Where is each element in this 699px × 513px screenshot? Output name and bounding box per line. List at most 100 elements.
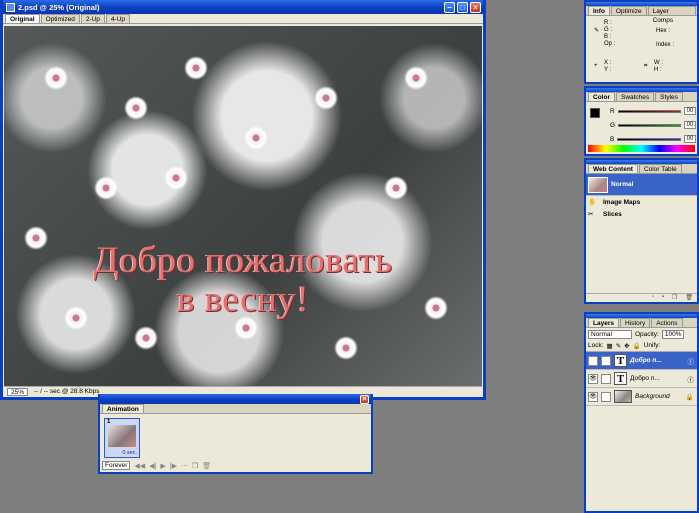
eye-icon[interactable]: 👁: [588, 373, 598, 384]
minimize-button[interactable]: –: [444, 1, 455, 13]
trash-icon[interactable]: 🗑: [202, 462, 211, 470]
blossom: [164, 166, 188, 190]
greeting-line-2: в весну!: [176, 279, 310, 320]
document-titlebar[interactable]: 2.psd @ 25% (Original) – □ ×: [3, 0, 483, 14]
next-frame-icon[interactable]: |▶: [170, 462, 177, 470]
blossom: [384, 176, 408, 200]
close-icon[interactable]: ×: [360, 394, 369, 404]
tab-color-table[interactable]: Color Table: [638, 164, 682, 173]
layer-row[interactable]: 👁 T Добро п... ⓕ: [586, 370, 697, 388]
blossom: [134, 326, 158, 350]
tab-info[interactable]: Info: [588, 6, 610, 15]
play-icon[interactable]: ▶: [160, 462, 165, 470]
blossom: [314, 86, 338, 110]
tab-layer-comps[interactable]: Layer Comps: [647, 6, 696, 24]
new-set-icon[interactable]: ▫: [652, 294, 654, 302]
tab-color[interactable]: Color: [588, 92, 615, 101]
b-value[interactable]: 00: [684, 135, 696, 143]
blossom: [404, 66, 428, 90]
eyedropper-icon: ✎: [594, 28, 600, 34]
animation-frame[interactable]: 1 0 sec.: [104, 418, 140, 458]
web-item-normal[interactable]: Normal: [586, 174, 697, 196]
brush-icon[interactable]: ✎: [601, 355, 611, 366]
tab-actions[interactable]: Actions: [651, 318, 683, 327]
lock-paint-icon[interactable]: ✎: [616, 342, 621, 350]
color-palette: Color Swatches Styles R 00 G 00 B 00: [584, 86, 699, 156]
color-ramp[interactable]: [588, 145, 695, 152]
layer-row[interactable]: 👁 ✎ T Добро п... ⓕ: [586, 352, 697, 370]
frame-delay[interactable]: 0 sec.: [122, 450, 137, 456]
channel-label: R: [610, 107, 615, 115]
r-slider[interactable]: [617, 109, 681, 113]
eye-icon[interactable]: 👁: [588, 355, 598, 366]
crosshair-icon: +: [594, 63, 598, 69]
animation-tabs: Animation: [100, 404, 371, 414]
text-layer-icon: T: [614, 372, 627, 385]
lock-icon: 🔒: [685, 393, 694, 401]
animation-titlebar[interactable]: ×: [100, 394, 371, 404]
layers-tabs: Layers History Actions: [586, 318, 697, 328]
tween-icon[interactable]: ⋯: [181, 462, 188, 470]
layer-style-icon[interactable]: ⓕ: [688, 356, 695, 366]
tab-styles[interactable]: Styles: [655, 92, 683, 101]
foreground-color[interactable]: [590, 108, 600, 118]
zoom-field[interactable]: 25%: [7, 387, 29, 396]
lock-position-icon[interactable]: ✥: [624, 342, 629, 350]
r-value[interactable]: 00: [684, 107, 696, 115]
blossom: [244, 126, 268, 150]
trash-icon[interactable]: 🗑: [685, 294, 693, 302]
b-slider[interactable]: [617, 137, 681, 141]
lock-transparency-icon[interactable]: ▦: [607, 342, 613, 350]
web-content-palette: Web Content Color Table Normal ✋ Image M…: [584, 158, 699, 304]
color-sliders: R 00 G 00 B 00: [610, 104, 696, 146]
tab-animation[interactable]: Animation: [102, 404, 144, 413]
blossom: [94, 176, 118, 200]
layer-name: Добро п...: [630, 357, 662, 364]
layers-palette: Layers History Actions Normal Opacity: 1…: [584, 312, 699, 513]
blossom: [124, 96, 148, 120]
lock-all-icon[interactable]: 🔒: [633, 342, 641, 350]
hex-readout: Hex : Index :: [656, 24, 674, 52]
download-time: -- / -- sec @ 28.8 Kbps: [34, 388, 100, 395]
layer-row[interactable]: 👁 Background 🔒: [586, 388, 697, 406]
web-item-label: Image Maps: [603, 198, 641, 206]
tab-original[interactable]: Original: [5, 14, 40, 23]
fg-bg-swatches[interactable]: [590, 108, 604, 122]
slice-icon: ✂: [588, 211, 594, 218]
opacity-field[interactable]: 100%: [661, 329, 685, 339]
g-slider[interactable]: [618, 123, 681, 127]
tab-history[interactable]: History: [619, 318, 651, 327]
image-canvas[interactable]: Добро пожаловать в весну!: [4, 26, 482, 386]
tab-web-content[interactable]: Web Content: [588, 164, 638, 173]
duplicate-frame-icon[interactable]: ❐: [192, 462, 198, 470]
link-box[interactable]: [601, 373, 611, 384]
unify-label: Unify:: [643, 342, 661, 349]
layer-style-icon[interactable]: ⓕ: [688, 374, 695, 384]
add-icon[interactable]: ▪: [662, 294, 664, 302]
eye-icon[interactable]: 👁: [588, 391, 598, 402]
op-label: Op :: [604, 41, 616, 47]
blossom: [44, 66, 68, 90]
tab-swatches[interactable]: Swatches: [615, 92, 655, 101]
tab-layers[interactable]: Layers: [588, 318, 619, 327]
maximize-button[interactable]: □: [457, 1, 468, 13]
new-item-icon[interactable]: ❐: [672, 294, 677, 302]
link-box[interactable]: [601, 391, 611, 402]
g-value[interactable]: 00: [684, 121, 696, 129]
web-item-image-maps[interactable]: ✋ Image Maps: [586, 196, 697, 208]
blend-mode-select[interactable]: Normal: [588, 329, 632, 339]
tab-2-up[interactable]: 2-Up: [80, 14, 105, 23]
web-item-slices[interactable]: ✂ Slices: [586, 208, 697, 220]
first-frame-icon[interactable]: ◀◀: [134, 462, 145, 470]
previous-frame-icon[interactable]: ◀|: [149, 462, 156, 470]
loop-select[interactable]: Forever: [102, 461, 131, 470]
dimension-icon: ⌗: [644, 63, 648, 69]
normal-thumbnail: [588, 176, 608, 193]
tab-optimized[interactable]: Optimized: [40, 14, 80, 23]
close-button[interactable]: ×: [470, 1, 481, 13]
wh-readout: ⌗ W : H :: [644, 60, 663, 74]
frame-thumbnail: [108, 425, 136, 447]
tab-4-up[interactable]: 4-Up: [105, 14, 131, 23]
tab-optimize[interactable]: Optimize: [610, 6, 647, 15]
channel-label: G: [610, 121, 616, 129]
